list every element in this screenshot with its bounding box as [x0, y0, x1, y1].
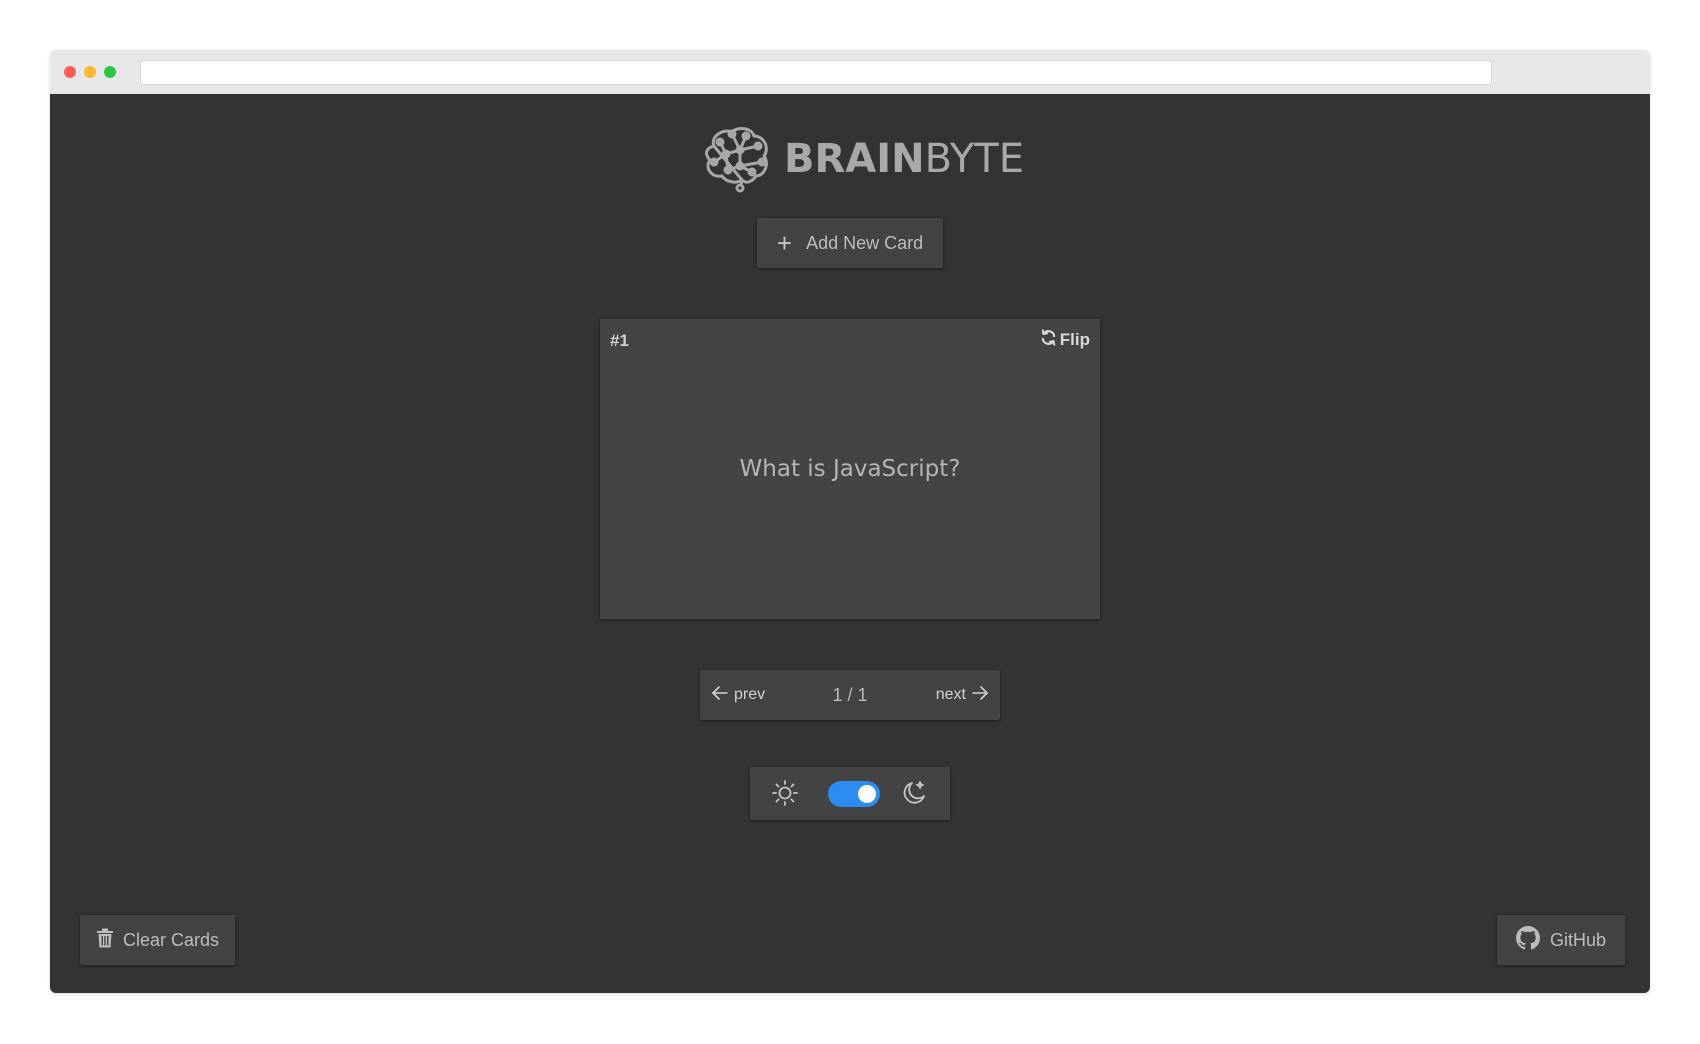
address-bar[interactable]	[140, 60, 1492, 85]
add-new-card-label: Add New Card	[806, 232, 924, 253]
prev-label: prev	[734, 686, 766, 703]
app-logo: BRAINBYTE	[700, 119, 1024, 199]
card-pager: prev 1 / 1 next	[700, 670, 1000, 720]
flashcard[interactable]: #1 Flip What is JavaScript?	[600, 319, 1100, 619]
moon-icon[interactable]	[900, 779, 928, 812]
add-new-card-button[interactable]: + Add New Card	[757, 218, 943, 268]
toggle-knob	[858, 785, 876, 803]
dark-mode-toggle[interactable]	[828, 781, 880, 807]
trash-icon	[96, 928, 123, 953]
prev-button[interactable]: prev	[712, 670, 765, 720]
next-label: next	[935, 686, 966, 703]
card-question: What is JavaScript?	[739, 456, 961, 482]
app-name-bold: BRAIN	[784, 136, 925, 182]
clear-cards-label: Clear Cards	[122, 929, 220, 950]
arrow-left-icon	[712, 685, 728, 705]
minimize-window-button[interactable]	[84, 66, 96, 78]
app-content: BRAINBYTE + Add New Card #1 Flip What is	[50, 94, 1650, 993]
brain-network-icon	[700, 124, 772, 194]
plus-icon: +	[776, 228, 793, 258]
next-button[interactable]: next	[936, 670, 988, 720]
app-name-light: BYTE	[924, 136, 1025, 182]
browser-titlebar	[50, 50, 1650, 94]
sun-icon[interactable]	[771, 779, 799, 812]
app-name: BRAINBYTE	[784, 136, 1024, 182]
github-button[interactable]: GitHub	[1497, 915, 1625, 965]
github-label: GitHub	[1549, 929, 1607, 950]
maximize-window-button[interactable]	[104, 66, 116, 78]
theme-switcher	[750, 767, 950, 820]
browser-window: BRAINBYTE + Add New Card #1 Flip What is	[50, 50, 1650, 993]
clear-cards-button[interactable]: Clear Cards	[80, 915, 235, 965]
github-icon	[1515, 925, 1550, 955]
close-window-button[interactable]	[64, 66, 76, 78]
arrow-right-icon	[972, 685, 988, 705]
